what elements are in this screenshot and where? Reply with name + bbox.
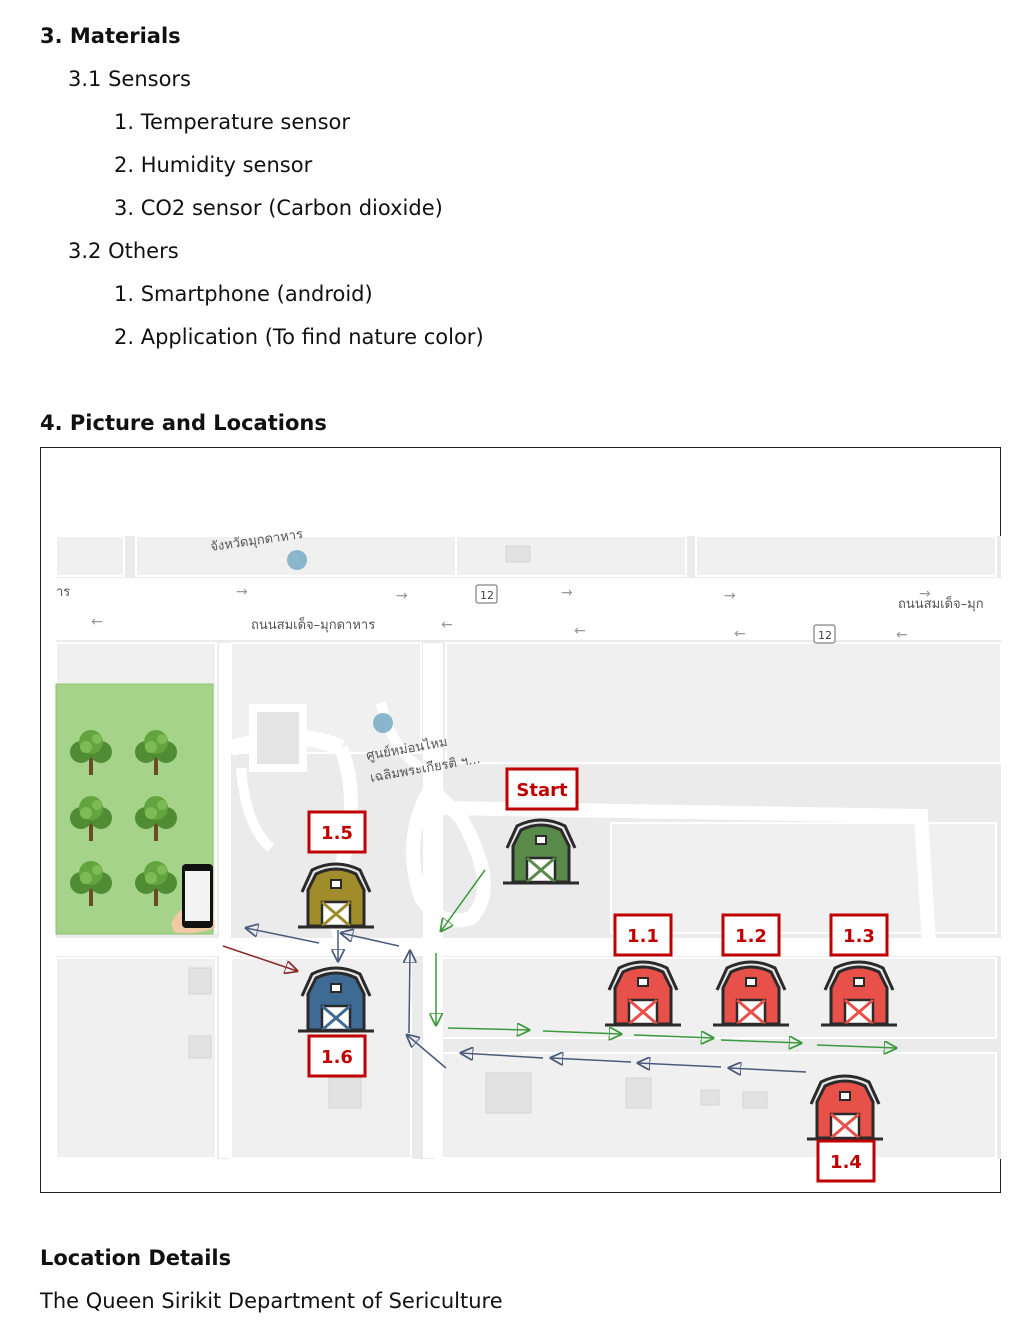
svg-text:←: ← (734, 626, 746, 642)
sensor-item: 2. Humidity sensor (114, 153, 313, 177)
svg-text:→: → (561, 585, 573, 601)
station-label: 1.2 (735, 926, 767, 947)
station-badge: 1.1 (613, 913, 673, 957)
svg-text:←: ← (91, 614, 103, 630)
barn-icon-1.4 (807, 1074, 883, 1141)
svg-text:←: ← (441, 617, 453, 633)
station-badge: Start (505, 767, 579, 811)
road-label-right: ถนนสมเด็จ–มุก (898, 594, 984, 612)
station-label: 1.6 (321, 1047, 353, 1068)
road-label-left: ถนนสมเด็จ–มุกดาหาร (251, 615, 375, 633)
station-badge: 1.4 (816, 1139, 876, 1183)
station-label: 1.1 (627, 926, 659, 947)
location-heading: Location Details (40, 1246, 232, 1270)
museum-icon (373, 713, 393, 733)
route-badge-icon: 12 (813, 624, 836, 644)
location-map: จังหวัดมุกดาหาร าร ถนนสมเด็จ–มุกดาหาร ถน… (40, 447, 1001, 1193)
museum-icon (287, 550, 307, 570)
map-svg: จังหวัดมุกดาหาร าร ถนนสมเด็จ–มุกดาหาร ถน… (55, 527, 1001, 1183)
barn-icon-start (503, 818, 579, 885)
barn-icon-1.5 (298, 862, 374, 929)
svg-text:12: 12 (818, 629, 832, 642)
svg-text:→: → (919, 586, 931, 602)
svg-text:→: → (396, 588, 408, 604)
svg-text:→: → (724, 588, 736, 604)
sensors-heading: 3.1 Sensors (68, 67, 191, 91)
others-item: 1. Smartphone (android) (114, 282, 373, 306)
materials-heading: 3. Materials (40, 24, 181, 48)
station-badge: 1.6 (307, 1034, 367, 1078)
svg-text:12: 12 (480, 589, 494, 602)
svg-text:←: ← (574, 623, 586, 639)
road-label-edge: าร (56, 585, 70, 600)
svg-text:←: ← (896, 627, 908, 643)
station-badge: 1.5 (307, 810, 367, 854)
location-text: The Queen Sirikit Department of Sericult… (40, 1289, 503, 1313)
route-badge-icon: 12 (475, 584, 498, 604)
barn-icon-1.2 (713, 960, 789, 1027)
station-label: 1.5 (321, 823, 353, 844)
others-item: 2. Application (To find nature color) (114, 325, 484, 349)
station-badge: 1.3 (829, 913, 889, 957)
others-heading: 3.2 Others (68, 239, 179, 263)
station-badge: 1.2 (721, 913, 781, 957)
barn-icon-1.6 (298, 966, 374, 1033)
pictures-heading: 4. Picture and Locations (40, 411, 327, 435)
sensor-item: 3. CO2 sensor (Carbon dioxide) (114, 196, 443, 220)
station-label: Start (516, 780, 568, 801)
sensor-item: 1. Temperature sensor (114, 110, 351, 134)
station-label: 1.3 (843, 926, 875, 947)
svg-text:→: → (236, 584, 248, 600)
barn-icon-1.3 (821, 960, 897, 1027)
barn-icon-1.1 (605, 960, 681, 1027)
station-label: 1.4 (830, 1152, 862, 1173)
